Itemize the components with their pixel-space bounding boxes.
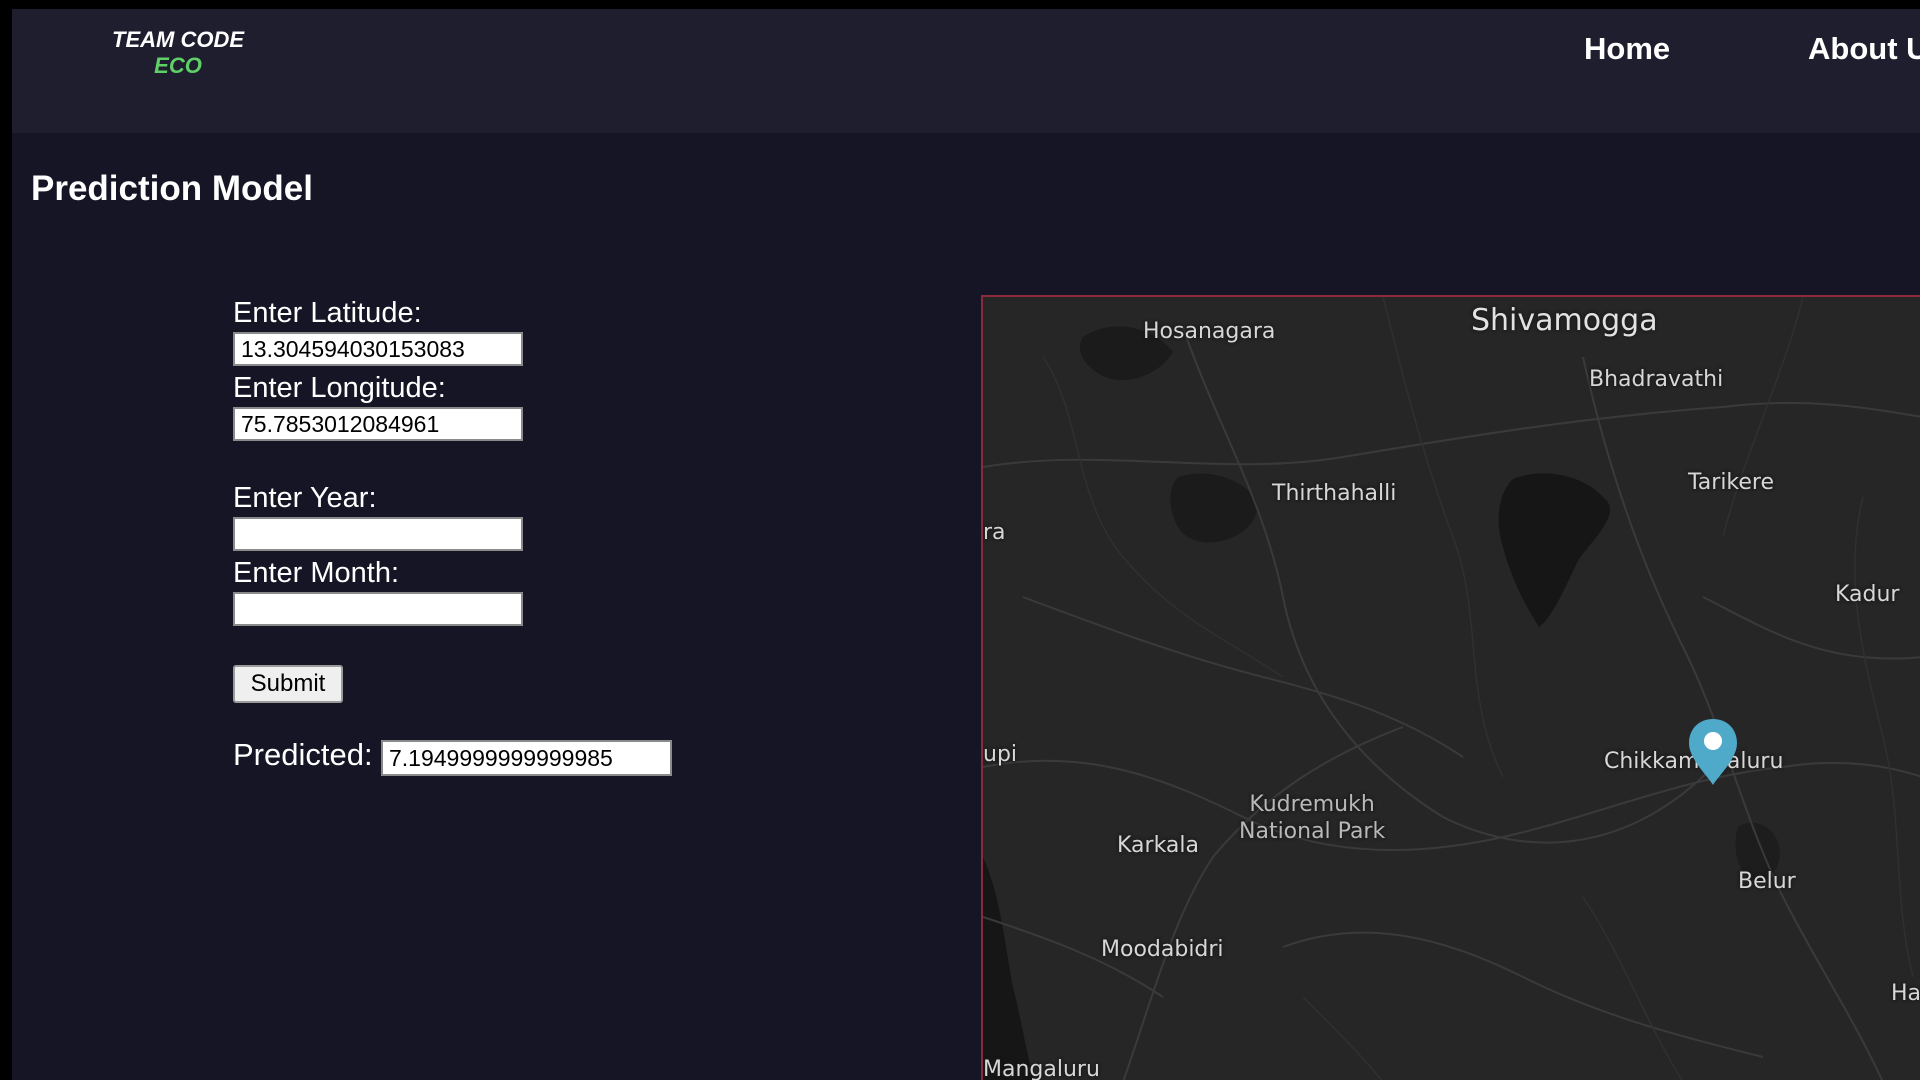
map-label-belur: Belur: [1738, 869, 1796, 894]
logo-line-eco: ECO: [154, 53, 202, 78]
map-label-ha: Ha: [1891, 981, 1920, 1006]
submit-button[interactable]: Submit: [233, 665, 343, 703]
nav-link-home[interactable]: Home: [1584, 31, 1670, 67]
map[interactable]: Shivamogga Hosanagara Bhadravathi Thirth…: [981, 295, 1920, 1080]
logo[interactable]: TEAM CODE ECO: [98, 27, 258, 79]
map-label-karkala: Karkala: [1117, 833, 1199, 858]
map-label-kudremukh: Kudremukh National Park: [1239, 791, 1385, 845]
map-label-upi: upi: [983, 742, 1018, 767]
map-label-shivamogga: Shivamogga: [1471, 303, 1658, 338]
year-label: Enter Year:: [233, 482, 377, 514]
predicted-output[interactable]: [381, 740, 672, 776]
page-title: Prediction Model: [31, 169, 313, 208]
map-tiles: [983, 297, 1920, 1080]
map-label-moodabidri: Moodabidri: [1101, 937, 1224, 962]
map-label-mangaluru: Mangaluru: [983, 1057, 1100, 1080]
latitude-label: Enter Latitude:: [233, 297, 422, 329]
map-label-hosanagara: Hosanagara: [1143, 319, 1276, 344]
map-label-kadur: Kadur: [1835, 582, 1900, 607]
map-label-bhadravathi: Bhadravathi: [1589, 367, 1724, 392]
longitude-input[interactable]: [233, 407, 523, 441]
predicted-label: Predicted:: [233, 737, 373, 772]
longitude-label: Enter Longitude:: [233, 372, 446, 404]
logo-line-team-code: TEAM CODE: [112, 27, 244, 52]
map-label-thirthahalli: Thirthahalli: [1272, 481, 1397, 506]
month-input[interactable]: [233, 592, 523, 626]
nav-link-about-us[interactable]: About U: [1808, 31, 1920, 67]
map-label-ra: ra: [983, 520, 1006, 545]
map-label-kudremukh-line1: Kudremukh: [1249, 792, 1375, 817]
navbar: TEAM CODE ECO Home About U: [12, 9, 1920, 133]
latitude-input[interactable]: [233, 332, 523, 366]
map-label-tarikere: Tarikere: [1688, 470, 1775, 495]
month-label: Enter Month:: [233, 557, 400, 589]
map-label-kudremukh-line2: National Park: [1239, 819, 1386, 844]
year-input[interactable]: [233, 517, 523, 551]
app-window: TEAM CODE ECO Home About U Prediction Mo…: [12, 9, 1920, 1080]
location-pin-icon[interactable]: [1687, 717, 1739, 787]
